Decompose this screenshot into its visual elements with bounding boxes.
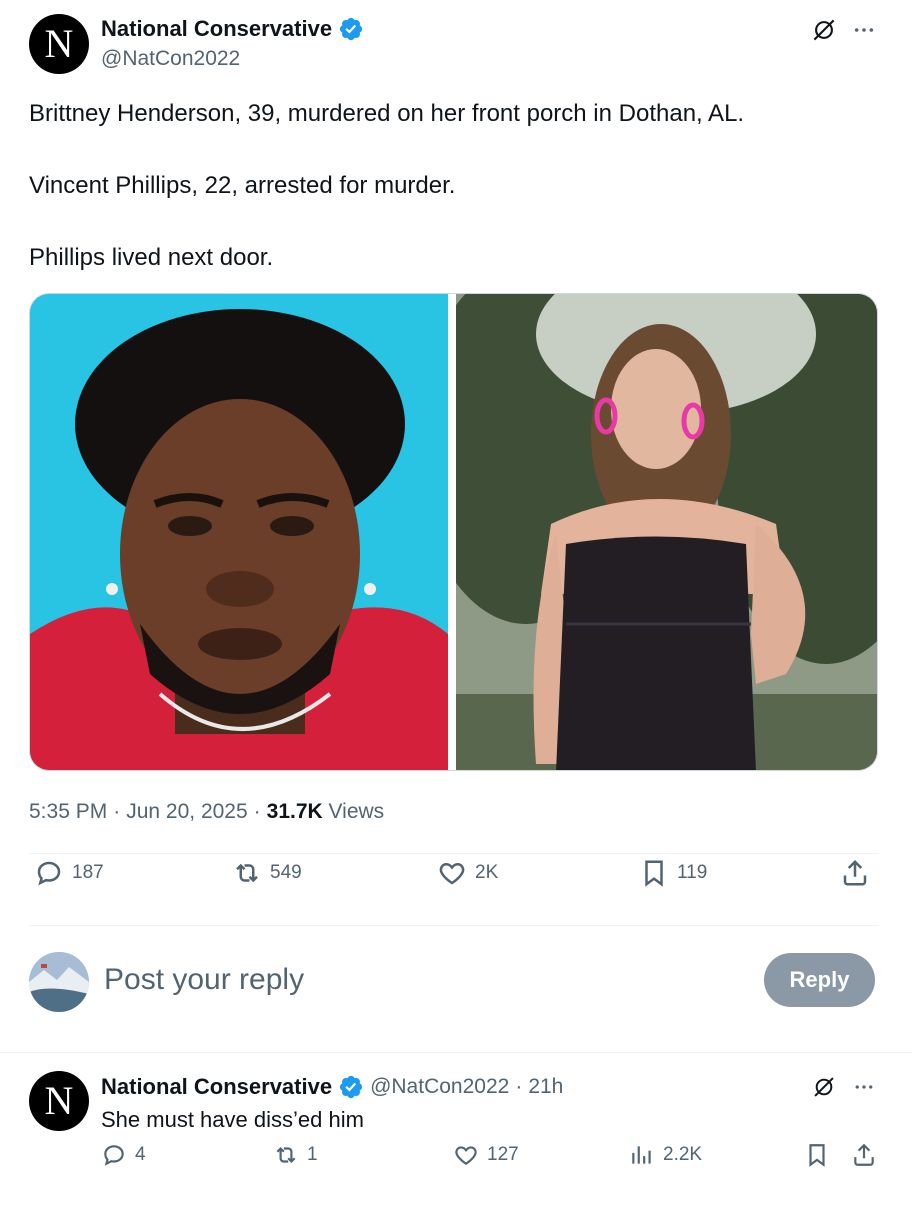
reply-age[interactable]: 21h xyxy=(528,1075,563,1099)
reply-input[interactable]: Post your reply xyxy=(104,963,304,997)
author-handle[interactable]: @NatCon2022 xyxy=(101,47,240,71)
portrait-photo[interactable] xyxy=(456,294,877,770)
views-label: Views xyxy=(328,800,385,823)
repost-icon xyxy=(276,1146,296,1164)
share-icon xyxy=(843,859,867,886)
author-avatar[interactable]: N xyxy=(29,14,89,74)
reply-action[interactable]: 187 xyxy=(34,858,104,888)
reply-icon xyxy=(104,1145,124,1166)
avatar-letter: N xyxy=(44,1078,74,1123)
share-icon xyxy=(854,1143,874,1166)
bookmark-action[interactable] xyxy=(804,1142,830,1168)
media-grid xyxy=(29,293,878,771)
grok-icon[interactable] xyxy=(808,1071,840,1103)
share-action[interactable] xyxy=(851,1142,877,1168)
reply-post: N National Conservative @NatCon2022 · 21… xyxy=(0,1053,912,1201)
divider-line xyxy=(29,853,879,854)
grok-icon[interactable] xyxy=(808,14,840,46)
heart-icon xyxy=(439,862,465,885)
repost-action[interactable]: 549 xyxy=(232,858,302,888)
tweet-line: Phillips lived next door. xyxy=(29,244,274,271)
reply-button[interactable]: Reply xyxy=(764,953,875,1007)
reply-count: 187 xyxy=(72,862,104,883)
reply-text: She must have diss’ed him xyxy=(101,1107,364,1132)
tweet-line: Vincent Phillips, 22, arrested for murde… xyxy=(29,172,456,199)
tweet-line: Brittney Henderson, 39, murdered on her … xyxy=(29,100,745,127)
post-meta: 5:35 PM · Jun 20, 2025 · 31.7K Views xyxy=(29,800,384,824)
meta-separator: · xyxy=(113,800,121,823)
more-options-icon[interactable] xyxy=(848,14,880,46)
like-action[interactable]: 2K xyxy=(437,858,498,888)
more-options-icon[interactable] xyxy=(848,1071,880,1103)
heart-icon xyxy=(455,1146,477,1165)
media-divider xyxy=(448,294,456,770)
main-post: N National Conservative @NatCon2022 Brit… xyxy=(0,0,912,1052)
verified-badge-icon xyxy=(339,17,363,41)
views-count: 31.7K xyxy=(266,800,323,823)
views-action[interactable]: 2.2K xyxy=(629,1142,702,1168)
like-count: 127 xyxy=(487,1144,519,1165)
repost-count: 1 xyxy=(307,1144,318,1165)
meta-separator: · xyxy=(253,800,261,823)
reply-author-row: National Conservative @NatCon2022 · 21h xyxy=(101,1074,563,1100)
like-action[interactable]: 127 xyxy=(453,1142,519,1168)
views-count: 2.2K xyxy=(663,1144,703,1165)
verified-badge-icon xyxy=(339,1075,363,1099)
bookmark-icon xyxy=(809,1144,825,1167)
bookmark-action[interactable]: 119 xyxy=(639,858,707,888)
reply-author-handle[interactable]: @NatCon2022 xyxy=(370,1075,509,1099)
analytics-icon xyxy=(632,1146,651,1164)
author-name-row: National Conservative xyxy=(101,16,364,42)
reply-author-avatar[interactable]: N xyxy=(29,1071,89,1131)
post-date[interactable]: Jun 20, 2025 xyxy=(126,800,247,824)
reply-composer: Post your reply Reply xyxy=(0,925,912,1052)
share-action[interactable] xyxy=(840,858,870,888)
meta-separator: · xyxy=(515,1075,523,1098)
reply-count: 4 xyxy=(135,1144,146,1165)
post-time[interactable]: 5:35 PM xyxy=(29,800,107,824)
repost-action[interactable]: 1 xyxy=(273,1142,318,1168)
bookmark-count: 119 xyxy=(677,862,708,883)
tweet-text: Brittney Henderson, 39, murdered on her … xyxy=(29,96,879,276)
reply-action[interactable]: 4 xyxy=(101,1142,146,1168)
mugshot-photo[interactable] xyxy=(30,294,448,770)
bookmark-icon xyxy=(645,860,663,887)
reply-icon xyxy=(37,861,61,886)
repost-icon xyxy=(236,863,258,883)
current-user-avatar[interactable] xyxy=(29,952,89,1012)
reply-author-name[interactable]: National Conservative xyxy=(101,1074,332,1100)
like-count: 2K xyxy=(475,862,499,883)
repost-count: 549 xyxy=(270,862,302,883)
avatar-letter: N xyxy=(44,21,74,66)
author-display-name[interactable]: National Conservative xyxy=(101,16,332,42)
